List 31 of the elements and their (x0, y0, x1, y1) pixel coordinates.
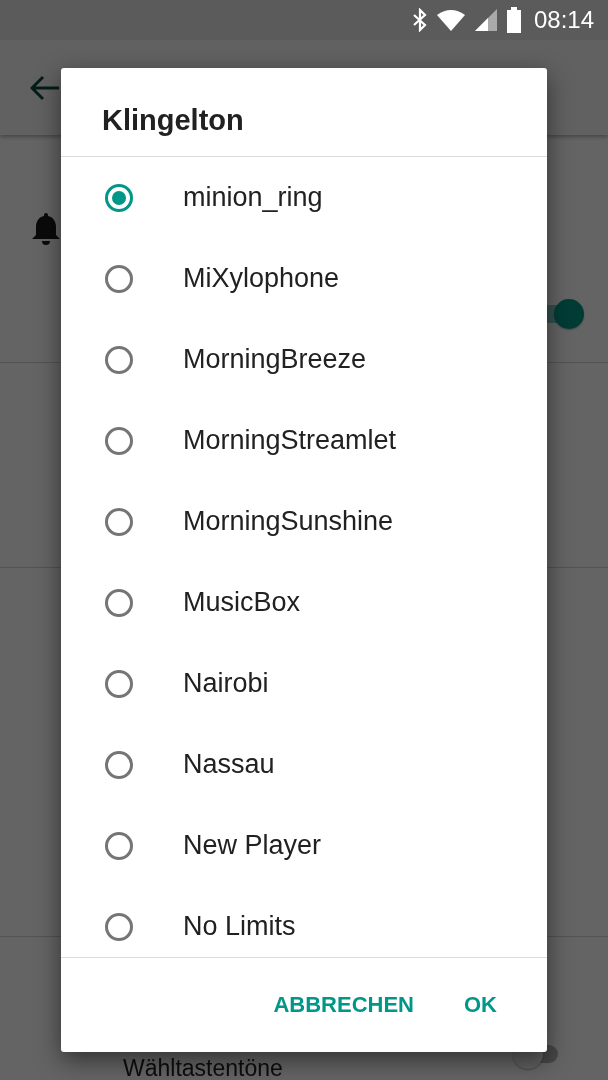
radio-button[interactable] (105, 588, 133, 617)
ringtone-option[interactable]: MorningBreeze (61, 319, 547, 400)
radio-button[interactable] (105, 264, 133, 293)
ringtone-option[interactable]: Nassau (61, 724, 547, 805)
ringtone-option[interactable]: MusicBox (61, 562, 547, 643)
radio-button[interactable] (105, 426, 133, 455)
clock-time: 08:14 (533, 6, 594, 34)
radio-button[interactable] (105, 669, 133, 698)
ringtone-option[interactable]: MorningSunshine (61, 481, 547, 562)
setting-label: Wähltastentöne (123, 1056, 283, 1080)
signal-icon (473, 8, 498, 32)
bell-icon (31, 211, 61, 245)
wifi-icon (435, 8, 466, 32)
radio-button[interactable] (105, 831, 133, 860)
ringtone-option[interactable]: New Player (61, 805, 547, 886)
radio-button[interactable] (105, 183, 133, 212)
radio-button[interactable] (105, 750, 133, 779)
battery-icon (505, 7, 522, 33)
dialog-title: Klingelton (61, 68, 547, 157)
ringtone-option[interactable]: No Limits (61, 886, 547, 957)
cancel-button[interactable]: ABBRECHEN (263, 986, 424, 1024)
ringtone-option[interactable]: MorningStreamlet (61, 400, 547, 481)
back-arrow-icon[interactable] (30, 74, 60, 101)
radio-button[interactable] (105, 507, 133, 536)
ringtone-option[interactable]: MiXylophone (61, 238, 547, 319)
bluetooth-icon (411, 8, 428, 32)
radio-button[interactable] (105, 345, 133, 374)
ringtone-option[interactable]: Nairobi (61, 643, 547, 724)
ringtone-option[interactable]: minion_ring (61, 157, 547, 238)
radio-button[interactable] (105, 912, 133, 941)
ok-button[interactable]: OK (454, 986, 507, 1024)
